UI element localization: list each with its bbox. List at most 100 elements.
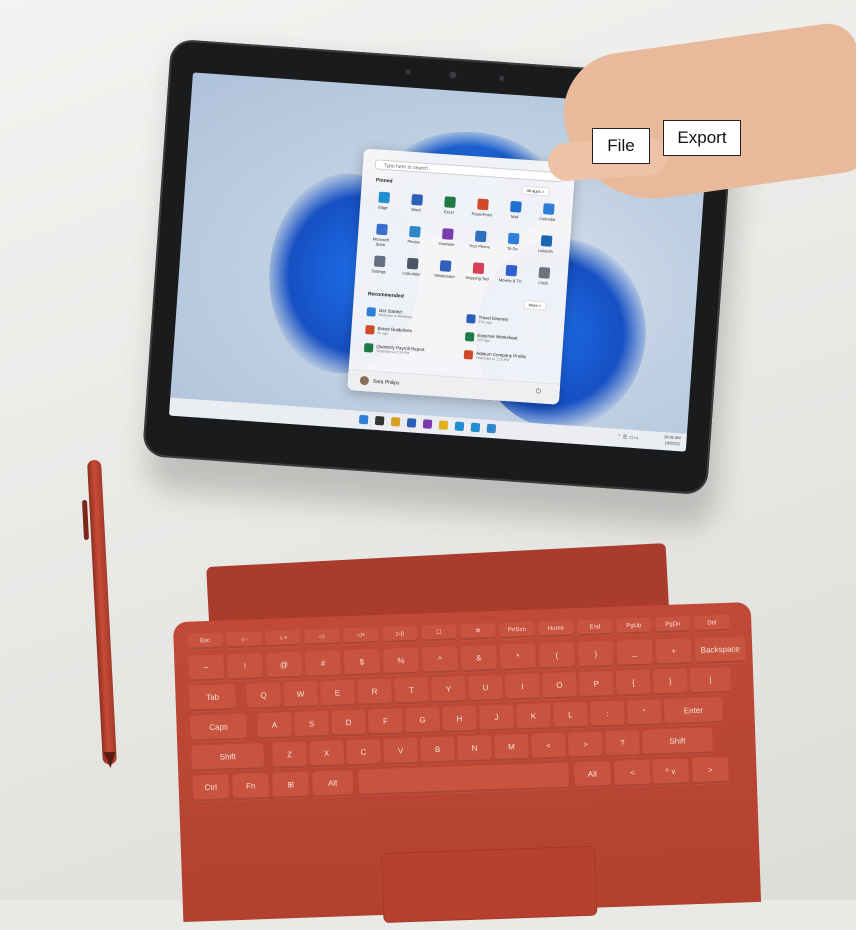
key[interactable]: > <box>568 731 603 759</box>
key[interactable]: A <box>257 712 293 740</box>
key[interactable]: & <box>460 644 497 673</box>
pinned-app[interactable]: Edge <box>370 191 397 211</box>
key[interactable]: " <box>626 699 662 727</box>
key[interactable]: Esc <box>187 632 223 650</box>
key[interactable]: P <box>578 670 614 699</box>
taskbar-app-icon[interactable] <box>454 421 465 432</box>
pinned-app[interactable]: Your Phone <box>466 230 493 250</box>
key[interactable]: # <box>305 650 341 678</box>
taskbar-app-icon[interactable] <box>406 418 417 428</box>
key[interactable]: V <box>383 737 419 765</box>
key[interactable]: Fn <box>232 772 270 801</box>
key[interactable]: < <box>614 759 651 787</box>
key[interactable]: Q <box>246 682 282 710</box>
key[interactable] <box>358 762 569 796</box>
key[interactable]: D <box>331 709 367 737</box>
key[interactable]: Shift <box>191 743 265 772</box>
key[interactable]: ⊞ <box>272 771 310 799</box>
key[interactable]: Alt <box>574 761 611 789</box>
key[interactable]: % <box>383 647 419 675</box>
key[interactable]: N <box>457 735 492 763</box>
key[interactable]: Tab <box>189 684 237 712</box>
pinned-app[interactable]: OneNote <box>433 228 460 248</box>
taskbar-app-icon[interactable] <box>438 420 449 431</box>
key[interactable]: G <box>405 706 440 735</box>
pinned-app[interactable]: Microsoft Store <box>367 223 395 248</box>
pinned-app[interactable]: Movies & TV <box>497 264 524 284</box>
key[interactable]: : <box>589 700 625 728</box>
key[interactable]: T <box>394 677 429 705</box>
avatar[interactable] <box>359 375 370 386</box>
pinned-app[interactable]: Mail <box>502 200 529 220</box>
pinned-app[interactable]: Photos <box>401 225 428 245</box>
key[interactable]: ~ <box>188 654 225 682</box>
key[interactable]: Home <box>538 620 574 638</box>
key[interactable]: ) <box>577 640 614 669</box>
key[interactable]: { <box>615 669 651 697</box>
key[interactable]: ! <box>227 653 263 681</box>
pinned-app[interactable]: Clock <box>530 266 557 286</box>
pinned-app[interactable]: Settings <box>365 255 392 275</box>
key[interactable]: S <box>294 710 330 738</box>
key[interactable]: Del <box>694 614 730 632</box>
pinned-app[interactable]: PowerPoint <box>469 198 496 218</box>
key[interactable]: End <box>577 618 613 637</box>
taskbar-app-icon[interactable] <box>374 415 385 426</box>
key[interactable]: C <box>346 739 382 767</box>
key[interactable]: X <box>309 740 345 768</box>
key[interactable]: Y <box>431 676 466 704</box>
key[interactable]: $ <box>344 649 380 677</box>
system-tray-icons[interactable]: ⌃ ☰ ◁ ▭ <box>617 434 639 441</box>
key[interactable]: F <box>368 708 403 736</box>
key[interactable]: * <box>499 643 536 671</box>
key[interactable]: ✲ <box>460 622 496 641</box>
pinned-app[interactable]: Excel <box>436 196 463 216</box>
key[interactable]: ☐ <box>421 624 457 642</box>
key[interactable]: + <box>655 638 692 666</box>
key[interactable]: _ <box>616 639 653 667</box>
taskbar-clock[interactable]: 10:00 AM 10/20/21 <box>663 434 681 447</box>
key[interactable]: ◁- <box>304 628 340 646</box>
key[interactable]: L <box>552 701 588 729</box>
key[interactable]: < <box>531 732 566 760</box>
key[interactable]: Shift <box>641 727 713 756</box>
key[interactable]: Caps <box>190 713 248 742</box>
key[interactable]: ☼- <box>226 631 262 649</box>
key[interactable]: @ <box>266 651 302 679</box>
key[interactable]: I <box>504 673 540 701</box>
key[interactable]: B <box>420 736 456 764</box>
key[interactable]: Backspace <box>694 636 746 664</box>
key[interactable]: R <box>357 678 392 706</box>
key[interactable]: ^ v <box>652 758 689 786</box>
power-icon[interactable]: ⏻ <box>535 388 541 396</box>
key[interactable]: Enter <box>663 697 723 726</box>
all-apps-button[interactable]: All apps > <box>521 185 550 197</box>
key[interactable]: Z <box>272 741 308 769</box>
pinned-app[interactable]: To Do <box>499 232 526 252</box>
key[interactable]: O <box>541 672 577 700</box>
key[interactable]: ◁+ <box>343 627 379 645</box>
export-label[interactable]: Export <box>663 120 741 156</box>
key[interactable]: E <box>320 679 355 708</box>
more-button[interactable]: More > <box>523 300 547 311</box>
key[interactable]: ? <box>605 729 640 758</box>
key[interactable]: M <box>494 733 529 762</box>
key[interactable]: H <box>442 705 477 733</box>
taskbar-app-icon[interactable] <box>470 422 481 433</box>
key[interactable]: > <box>692 756 729 785</box>
key[interactable]: Ctrl <box>192 774 230 802</box>
key[interactable]: ^ <box>421 646 458 674</box>
pinned-app[interactable]: Word <box>403 193 430 213</box>
taskbar-app-icon[interactable] <box>422 419 433 429</box>
key[interactable]: ( <box>538 642 575 670</box>
taskbar-app-icon[interactable] <box>358 414 369 425</box>
key[interactable]: PgUp <box>616 617 652 635</box>
key[interactable]: W <box>283 681 318 709</box>
pinned-app[interactable]: Whiteboard <box>431 260 458 280</box>
key[interactable]: ☼+ <box>265 629 301 647</box>
key[interactable]: J <box>479 704 514 732</box>
taskbar-app-icon[interactable] <box>390 417 401 427</box>
start-search-input[interactable]: Type here to search <box>374 159 563 183</box>
key[interactable]: } <box>652 668 688 696</box>
key[interactable]: PgDn <box>655 616 691 634</box>
